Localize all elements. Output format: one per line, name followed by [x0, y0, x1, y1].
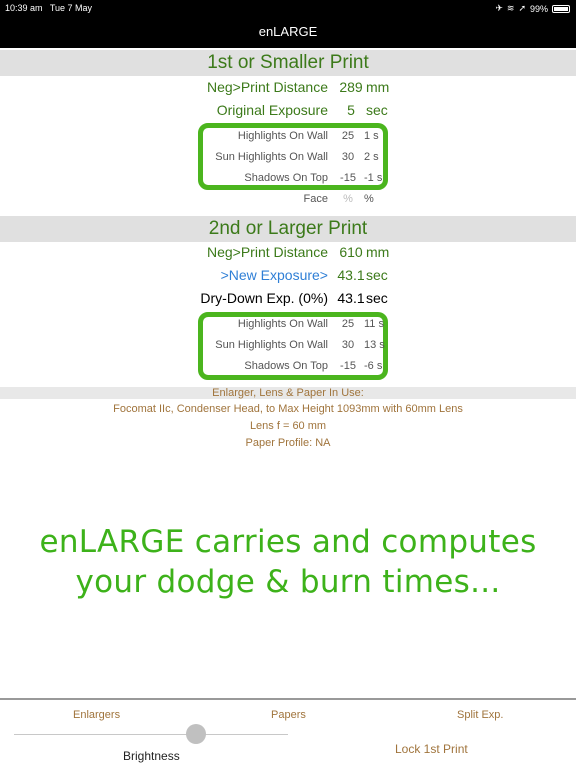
second-row-1-label: Sun Highlights On Wall — [215, 339, 328, 351]
dry-down-unit: sec — [366, 290, 388, 306]
status-date: Tue 7 May — [49, 3, 93, 13]
paper-profile: Paper Profile: NA — [245, 437, 331, 449]
face-label: Face — [303, 193, 328, 205]
first-row-0-time: 1 s — [364, 130, 379, 142]
second-row-0-time: 11 s — [364, 318, 384, 330]
first-exposure-label: Original Exposure — [216, 102, 328, 118]
second-row-2-label: Shadows On Top — [244, 360, 328, 372]
face-time: % — [364, 193, 374, 205]
status-time-date: 10:39 am Tue 7 May — [5, 3, 92, 13]
promo-text: enLARGE carries and computes your dodge … — [0, 522, 576, 602]
app-title: enLARGE — [258, 24, 318, 39]
second-row-2-value[interactable]: -15 — [336, 360, 360, 372]
promo-line-1: enLARGE carries and computes — [39, 524, 537, 560]
new-exposure-row[interactable]: >New Exposure> 43.1 sec — [0, 267, 576, 287]
promo-line-2: your dodge & burn times... — [75, 564, 501, 600]
first-row-0-label: Highlights On Wall — [237, 130, 328, 142]
face-row[interactable]: Face % % — [0, 193, 576, 213]
wifi-icon: ≋ — [506, 3, 515, 13]
first-exposure-value[interactable]: 5 — [336, 102, 366, 118]
first-row-1-value[interactable]: 30 — [336, 151, 360, 163]
papers-button[interactable]: Papers — [271, 709, 306, 721]
dry-down-row: Dry-Down Exp. (0%) 43.1 sec — [0, 290, 576, 310]
first-row-2[interactable]: Shadows On Top -15 -1 s — [0, 172, 576, 192]
status-right: ✈ ≋ ➚ 99% — [495, 3, 570, 14]
second-row-2-time: -6 s — [364, 360, 383, 372]
first-row-0-value[interactable]: 25 — [336, 130, 360, 142]
status-time: 10:39 am — [5, 3, 43, 13]
first-row-2-label: Shadows On Top — [244, 172, 328, 184]
second-row-2[interactable]: Shadows On Top -15 -6 s — [0, 360, 576, 380]
second-distance-value[interactable]: 610 — [336, 244, 366, 260]
dry-down-value: 43.1 — [337, 290, 365, 306]
airplane-icon: ✈ — [495, 3, 503, 13]
enlarger-details: Focomat IIc, Condenser Head, to Max Heig… — [113, 403, 463, 415]
status-bar: 10:39 am Tue 7 May ✈ ≋ ➚ 99% — [0, 0, 576, 16]
second-distance-row[interactable]: Neg>Print Distance 610 mm — [0, 244, 576, 264]
brightness-slider-track[interactable] — [14, 734, 288, 735]
first-row-1-label: Sun Highlights On Wall — [215, 151, 328, 163]
first-distance-row[interactable]: Neg>Print Distance 289 mm — [0, 79, 576, 99]
split-exposure-button[interactable]: Split Exp. — [457, 709, 503, 721]
enlarger-header: Enlarger, Lens & Paper In Use: — [212, 387, 364, 399]
first-row-1-time: 2 s — [364, 151, 379, 163]
first-distance-unit: mm — [366, 79, 390, 95]
first-row-0[interactable]: Highlights On Wall 25 1 s — [0, 130, 576, 150]
first-exposure-unit: sec — [366, 102, 388, 118]
battery-icon — [552, 4, 570, 13]
first-row-2-value[interactable]: -15 — [336, 172, 360, 184]
lock-first-print-button[interactable]: Lock 1st Print — [395, 742, 468, 756]
location-icon: ➚ — [518, 3, 526, 13]
second-row-0[interactable]: Highlights On Wall 25 11 s — [0, 318, 576, 338]
first-distance-value[interactable]: 289 — [336, 79, 366, 95]
first-print-title: 1st or Smaller Print — [207, 52, 369, 73]
second-distance-unit: mm — [366, 244, 390, 260]
second-print-header: 2nd or Larger Print — [0, 216, 576, 242]
first-print-header: 1st or Smaller Print — [0, 50, 576, 76]
nav-bar: enLARGE — [0, 16, 576, 48]
second-row-0-value[interactable]: 25 — [336, 318, 360, 330]
second-distance-label: Neg>Print Distance — [206, 244, 328, 260]
new-exposure-unit: sec — [366, 267, 388, 283]
battery-percent: 99% — [529, 3, 548, 14]
brightness-slider-knob[interactable] — [186, 724, 206, 744]
second-row-1-value[interactable]: 30 — [336, 339, 360, 351]
new-exposure-value: 43.1 — [337, 267, 365, 283]
dry-down-label: Dry-Down Exp. (0%) — [200, 290, 328, 306]
first-distance-label: Neg>Print Distance — [206, 79, 328, 95]
second-print-title: 2nd or Larger Print — [208, 218, 368, 239]
second-row-0-label: Highlights On Wall — [237, 318, 328, 330]
first-exposure-row[interactable]: Original Exposure 5 sec — [0, 102, 576, 122]
first-row-2-time: -1 s — [364, 172, 383, 184]
enlargers-button[interactable]: Enlargers — [73, 709, 120, 721]
bottom-toolbar: Enlargers Papers Split Exp. Brightness L… — [0, 698, 576, 770]
brightness-label: Brightness — [123, 749, 180, 763]
second-row-1-time: 13 s — [364, 339, 385, 351]
second-row-1[interactable]: Sun Highlights On Wall 30 13 s — [0, 339, 576, 359]
lens-focal: Lens f = 60 mm — [249, 420, 327, 432]
face-value[interactable]: % — [336, 193, 360, 205]
new-exposure-button[interactable]: >New Exposure> — [221, 267, 328, 283]
first-row-1[interactable]: Sun Highlights On Wall 30 2 s — [0, 151, 576, 171]
